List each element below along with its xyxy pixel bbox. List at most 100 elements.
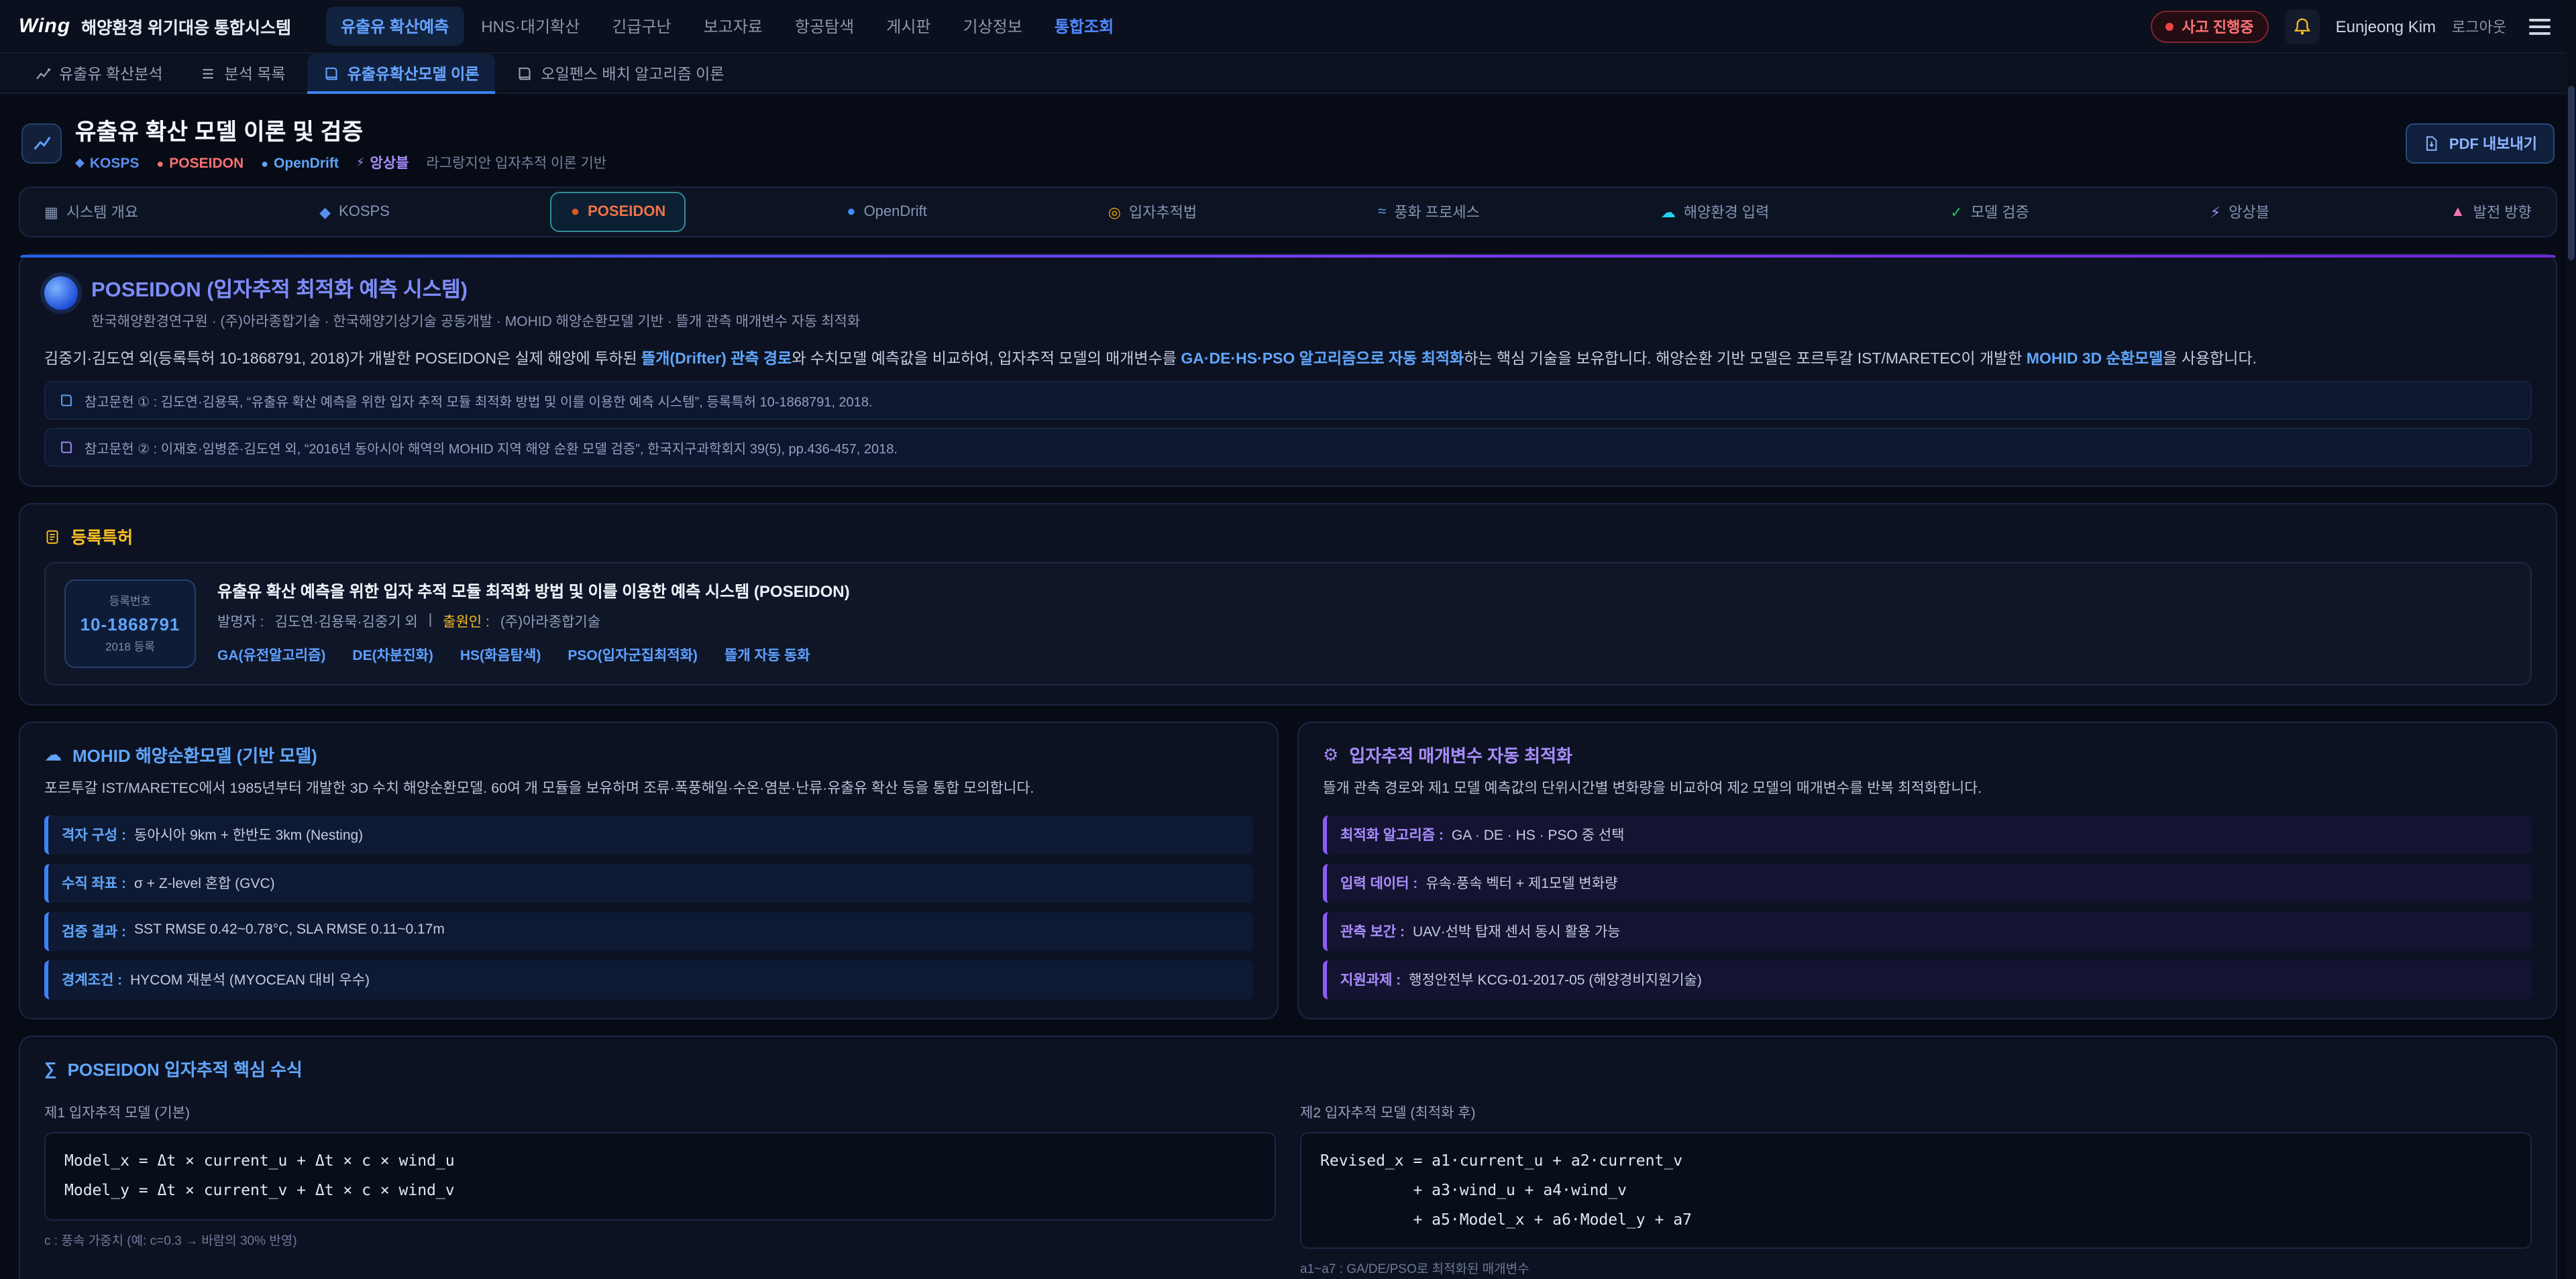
badge-poseidon: ●POSEIDON <box>156 155 244 171</box>
reference-text: 참고문헌 ① : 김도연·김용묵, “유출유 확산 예측을 위한 입자 추적 모… <box>85 390 873 410</box>
spec-row: 입력 데이터 :유속·풍속 벡터 + 제1모델 변화량 <box>1323 864 2532 903</box>
tab-ensemble[interactable]: ⚡앙상블 <box>2190 192 2290 232</box>
mohid-highlight: MOHID 3D 순환모델 <box>2027 351 2163 368</box>
pdf-export-icon <box>2424 135 2440 151</box>
model-cards-row: ☁ MOHID 해양순환모델 (기반 모델) 포르투갈 IST/MARETEC에… <box>19 722 2557 1019</box>
menu-item-board[interactable]: 게시판 <box>871 7 945 46</box>
dot-icon: ● <box>261 156 268 170</box>
model1-code-block: Model_x = Δt × current_u + Δt × c × wind… <box>44 1132 1276 1220</box>
poseidon-overview-card: POSEIDON (입자추적 최적화 예측 시스템) 한국해양환경연구원 · (… <box>19 254 2557 487</box>
patent-section-title: 등록특허 <box>71 523 133 549</box>
bolt-icon: ⚡ <box>2210 203 2220 221</box>
target-icon: ◎ <box>1108 203 1121 221</box>
applicant-label: 출원인 : <box>443 612 490 632</box>
tag-hs[interactable]: HS(화음탐색) <box>460 645 541 665</box>
menu-item-reports[interactable]: 보고자료 <box>689 7 777 46</box>
scrollbar-thumb[interactable] <box>2568 86 2575 260</box>
mohid-card: ☁ MOHID 해양순환모델 (기반 모델) 포르투갈 IST/MARETEC에… <box>19 722 1279 1019</box>
mohid-description: 포르투갈 IST/MARETEC에서 1985년부터 개발한 3D 수치 해양순… <box>44 778 1253 802</box>
tag-de[interactable]: DE(차분진화) <box>352 645 433 665</box>
model2-code-block: Revised_x = a1·current_u + a2·current_v … <box>1300 1132 2532 1249</box>
clipboard-icon <box>44 528 60 544</box>
badge-ensemble: ⚡앙상블 <box>356 153 409 173</box>
dot-icon: ● <box>847 204 855 220</box>
reference-1: 참고문헌 ① : 김도연·김용묵, “유출유 확산 예측을 위한 입자 추적 모… <box>44 381 2532 420</box>
patent-number-label: 등록번호 <box>79 593 181 609</box>
menu-item-weather-info[interactable]: 기상정보 <box>949 7 1037 46</box>
page-header: 유출유 확산 모델 이론 및 검증 ◆KOSPS ●POSEIDON ●Open… <box>21 113 2555 173</box>
list-icon <box>201 65 217 81</box>
pdf-button-label: PDF 내보내기 <box>2449 132 2537 154</box>
subtab-diffusion-model-theory[interactable]: 유출유확산모델 이론 <box>307 53 496 93</box>
badge-opendrift: ●OpenDrift <box>261 155 339 171</box>
vertical-scrollbar[interactable] <box>2567 0 2576 1279</box>
main-menu: 유출유 확산예측 HNS·대기확산 긴급구난 보고자료 항공탐색 게시판 기상정… <box>326 7 1128 46</box>
tab-system-overview[interactable]: ▦시스템 개요 <box>24 192 158 232</box>
tab-opendrift[interactable]: ●OpenDrift <box>826 192 947 232</box>
reference-book-icon <box>59 393 74 408</box>
model2-label: 제2 입자추적 모델 (최적화 후) <box>1300 1103 2532 1123</box>
formula-model-1: 제1 입자추적 모델 (기본) Model_x = Δt × current_u… <box>44 1092 1276 1278</box>
badge-kosps: ◆KOSPS <box>75 155 139 171</box>
spec-row: 수직 좌표 :σ + Z-level 혼합 (GVC) <box>44 864 1253 903</box>
algorithm-highlight: GA·DE·HS·PSO 알고리즘으로 자동 최적화 <box>1181 351 1464 368</box>
patent-section-header: 등록특허 <box>44 523 2532 549</box>
diamond-icon: ◆ <box>319 203 331 221</box>
tab-poseidon[interactable]: ●POSEIDON <box>551 192 686 232</box>
tab-roadmap[interactable]: ▲발전 방향 <box>2430 192 2552 232</box>
sub-tab-bar: 유출유 확산분석 분석 목록 유출유확산모델 이론 오일펜스 배치 알고리즘 이… <box>0 54 2576 94</box>
tab-model-validation[interactable]: ✓모델 검증 <box>1930 192 2049 232</box>
hamburger-menu-button[interactable] <box>2522 11 2557 41</box>
cloud-wave-icon: ☁ <box>44 744 62 765</box>
menu-item-integrated-view[interactable]: 통합조회 <box>1040 7 1128 46</box>
patent-info: 유출유 확산 예측을 위한 입자 추적 모듈 최적화 방법 및 이를 이용한 예… <box>217 579 850 665</box>
patent-meta: 발명자 : 김도연·김용묵·김중기 외 | 출원인 : (주)아라종합기술 <box>217 612 850 632</box>
incident-status-badge[interactable]: 사고 진행중 <box>2151 10 2268 42</box>
tag-ga[interactable]: GA(유전알고리즘) <box>217 645 325 665</box>
menu-item-oil-spill-forecast[interactable]: 유출유 확산예측 <box>326 7 464 46</box>
parameter-optimization-card: ⚙ 입자추적 매개변수 자동 최적화 뜰개 관측 경로와 제1 모델 예측값의 … <box>1297 722 2557 1019</box>
section-tab-bar: ▦시스템 개요 ◆KOSPS ●POSEIDON ●OpenDrift ◎입자추… <box>19 186 2557 237</box>
tag-pso[interactable]: PSO(입자군집최적화) <box>568 645 698 665</box>
inventors-value: 김도연·김용묵·김중기 외 <box>275 612 418 632</box>
brand[interactable]: Wing 해양환경 위기대응 통합시스템 <box>19 13 291 39</box>
subtab-spill-analysis[interactable]: 유출유 확산분석 <box>19 53 179 93</box>
subtab-analysis-list[interactable]: 분석 목록 <box>184 53 302 93</box>
optimization-title: 입자추적 매개변수 자동 최적화 <box>1349 742 1572 767</box>
patent-title: 유출유 확산 예측을 위한 입자 추적 모듈 최적화 방법 및 이를 이용한 예… <box>217 579 850 602</box>
menu-item-aerial-search[interactable]: 항공탐색 <box>780 7 869 46</box>
model1-label: 제1 입자추적 모델 (기본) <box>44 1103 1276 1123</box>
notifications-button[interactable] <box>2285 9 2320 44</box>
formula-title: POSEIDON 입자추적 핵심 수식 <box>68 1056 303 1081</box>
tab-particle-tracking[interactable]: ◎입자추적법 <box>1088 192 1217 232</box>
tab-kosps[interactable]: ◆KOSPS <box>299 192 410 232</box>
logout-button[interactable]: 로그아웃 <box>2452 15 2506 37</box>
page-badges: ◆KOSPS ●POSEIDON ●OpenDrift ⚡앙상블 라그랑지안 입… <box>75 153 606 173</box>
reference-book-icon <box>59 440 74 455</box>
formula-header: ∑ POSEIDON 입자추적 핵심 수식 <box>44 1056 2532 1081</box>
pdf-export-button[interactable]: PDF 내보내기 <box>2406 123 2555 163</box>
top-navbar: Wing 해양환경 위기대응 통합시스템 유출유 확산예측 HNS·대기확산 긴… <box>0 0 2576 54</box>
meta-separator: | <box>429 612 432 632</box>
sigma-icon: ∑ <box>44 1058 57 1078</box>
brand-title: 해양환경 위기대응 통합시스템 <box>81 13 291 39</box>
model2-caption: a1~a7 : GA/DE/PSO로 최적화된 매개변수 <box>1300 1259 2532 1278</box>
patent-number: 10-1868791 <box>79 614 181 634</box>
formula-model-2: 제2 입자추적 모델 (최적화 후) Revised_x = a1·curren… <box>1300 1092 2532 1278</box>
user-name[interactable]: Eunjeong Kim <box>2336 17 2436 36</box>
menu-item-emergency-rescue[interactable]: 긴급구난 <box>597 7 686 46</box>
patent-number-box: 등록번호 10-1868791 2018 등록 <box>64 579 196 668</box>
tab-ocean-environment-input[interactable]: ☁해양환경 입력 <box>1641 192 1790 232</box>
dot-icon: ● <box>156 156 164 170</box>
reference-text: 참고문헌 ② : 이재호·임병준·김도연 외, “2016년 동아시아 해역의 … <box>85 437 898 457</box>
subtab-oil-fence-algorithm-theory[interactable]: 오일펜스 배치 알고리즘 이론 <box>500 53 740 93</box>
reference-2: 참고문헌 ② : 이재호·임병준·김도연 외, “2016년 동아시아 해역의 … <box>44 428 2532 467</box>
gear-icon: ⚙ <box>1323 744 1338 765</box>
page-chart-icon <box>21 123 62 163</box>
menu-item-hns-atmospheric[interactable]: HNS·대기확산 <box>466 7 594 46</box>
tag-drifter-assimilation[interactable]: 뜰개 자동 동화 <box>724 645 810 665</box>
check-icon: ✓ <box>1950 203 1962 221</box>
page-title: 유출유 확산 모델 이론 및 검증 <box>75 113 606 146</box>
grid-icon: ▦ <box>44 203 58 221</box>
tab-weathering-process[interactable]: ≈풍화 프로세스 <box>1358 192 1500 232</box>
